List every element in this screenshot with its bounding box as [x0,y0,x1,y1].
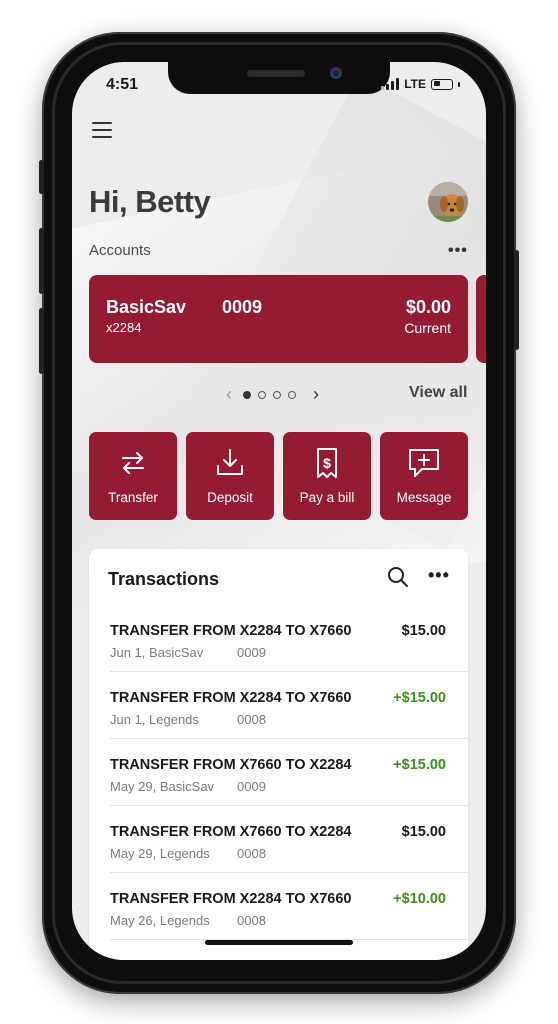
transaction-reference: 0008 [237,712,266,727]
notch [168,62,390,94]
transaction-description: TRANSFER FROM X7660 TO X2284 [110,824,352,840]
deposit-label: Deposit [207,490,253,505]
pager-dot[interactable] [288,390,296,399]
volume-up-button [39,228,44,294]
account-name: BasicSav [106,297,187,317]
next-arrow-icon[interactable]: › [309,384,323,405]
pay-bill-button[interactable]: $ Pay a bill [283,432,371,520]
account-card[interactable]: BasicSav x2284 0009 $0.00 Current [89,275,468,363]
account-balance: $0.00 [405,297,451,317]
avatar-photo [428,182,468,222]
volume-down-button [39,308,44,374]
deposit-button[interactable]: Deposit [186,432,274,520]
transaction-description: TRANSFER FROM X2284 TO X7660 [110,690,352,706]
transactions-more-icon[interactable]: ••• [428,565,450,586]
power-button [514,250,519,350]
transaction-date: May 26, Legends [110,913,210,928]
transfer-icon [122,452,144,474]
status-time: 4:51 [106,76,139,93]
transaction-reference: 0008 [237,913,266,928]
transaction-description: TRANSFER FROM X2284 TO X7660 [110,891,352,907]
speaker [247,70,305,77]
avatar[interactable] [428,182,468,222]
pager-dot[interactable] [243,390,251,399]
prev-arrow-icon[interactable]: ‹ [222,384,236,405]
message-label: Message [396,490,452,505]
pager-dot[interactable] [258,390,266,399]
deposit-icon [217,449,243,475]
battery-tip [458,81,460,87]
transaction-amount: $15.00 [401,623,446,639]
signal-icon [381,78,400,90]
transaction-date: Jun 1, Legends [110,712,199,727]
search-icon[interactable] [386,565,410,594]
row-divider [110,872,468,873]
transaction-date: Jun 1, BasicSav [110,645,204,660]
pay-bill-icon: $ [317,448,337,478]
pay-bill-label: Pay a bill [299,490,355,505]
account-number: x2284 [106,320,142,335]
svg-text:$: $ [323,455,331,471]
account-last4: 0009 [222,297,263,317]
app-screen: 4:51 LTE Hi, Betty Accounts ••• BasicSav… [72,62,486,960]
transaction-date: May 29, BasicSav [110,779,215,794]
message-icon [409,449,439,477]
transaction-amount: $15.00 [401,824,446,840]
greeting: Hi, Betty [89,184,211,219]
row-divider [110,805,468,806]
transaction-reference: 0008 [237,846,266,861]
account-balance-type: Current [404,320,451,336]
next-account-card-peek[interactable] [476,275,486,363]
mute-switch [39,160,44,194]
view-all-link[interactable]: View all [409,384,467,402]
row-divider [110,671,468,672]
pager-dot[interactable] [273,390,281,399]
accounts-more-icon[interactable]: ••• [448,242,468,260]
transaction-description: TRANSFER FROM X7660 TO X2284 [110,757,352,773]
battery-icon [431,78,453,90]
transaction-amount: +$15.00 [393,757,446,773]
message-button[interactable]: Message [380,432,468,520]
transaction-date: May 29, Legends [110,846,210,861]
hamburger-menu-icon[interactable] [92,122,112,138]
account-pager: ‹ › [222,384,323,405]
transaction-amount: +$15.00 [393,690,446,706]
transactions-card: Transactions ••• TRANSFER FROM X2284 TO … [89,549,468,960]
transaction-reference: 0009 [237,779,266,794]
transfer-button[interactable]: Transfer [89,432,177,520]
row-divider [110,738,468,739]
accounts-label: Accounts [89,242,151,259]
transaction-reference: 0009 [237,645,266,660]
front-camera [330,67,342,79]
transaction-amount: +$10.00 [393,891,446,907]
network-label: LTE [404,77,426,91]
transaction-description: TRANSFER FROM X2284 TO X7660 [110,623,352,639]
transfer-label: Transfer [108,490,158,505]
transactions-title: Transactions [108,569,220,589]
status-indicators: LTE [381,77,460,91]
home-indicator[interactable] [205,940,353,945]
